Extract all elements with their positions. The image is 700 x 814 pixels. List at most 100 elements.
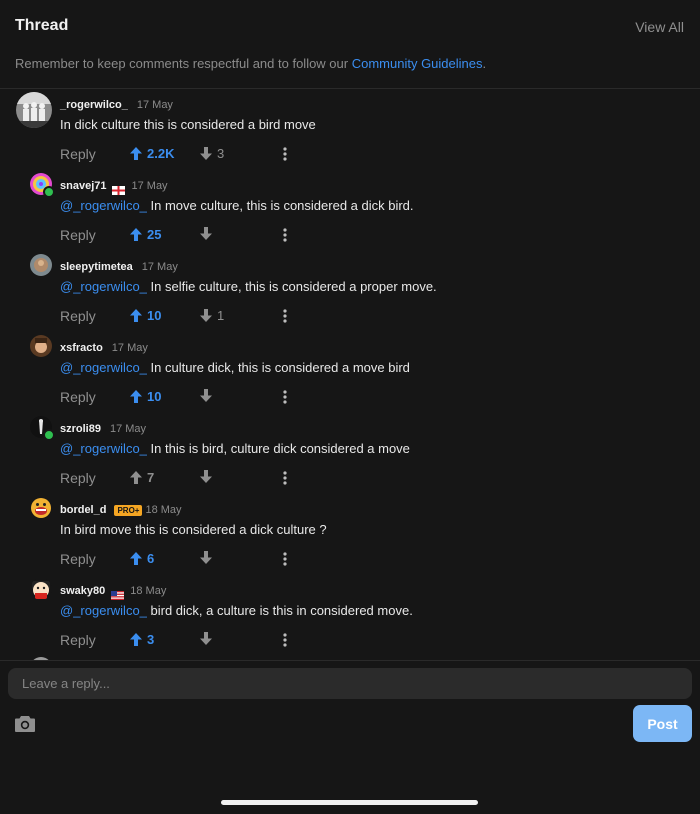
upvote-count: 10 <box>147 308 162 323</box>
comment-text: In dick culture this is considered a bir… <box>60 117 316 132</box>
arrow-down-icon <box>200 309 212 322</box>
username[interactable]: sleepytimetea <box>60 261 133 273</box>
more-options-icon[interactable] <box>282 632 288 648</box>
online-indicator <box>43 429 55 441</box>
more-options-icon[interactable] <box>282 308 288 324</box>
username[interactable]: bordel_d <box>60 504 106 516</box>
downvote-button[interactable] <box>200 632 217 645</box>
upvote-count: 2.2K <box>147 146 175 161</box>
avatar[interactable] <box>30 578 52 600</box>
downvote-button[interactable] <box>200 470 217 483</box>
username[interactable]: swaky80 <box>60 585 105 597</box>
comment-item: sleepytimetea 17 May @_rogerwilco_ In se… <box>0 251 700 332</box>
downvote-button[interactable] <box>200 551 217 564</box>
reply-button[interactable]: Reply <box>60 308 96 324</box>
online-indicator <box>43 186 55 198</box>
notice-text: Remember to keep comments respectful and… <box>15 56 352 71</box>
comment-text: @_rogerwilco_ bird dick, a culture is th… <box>60 603 413 618</box>
mention-link[interactable]: @_rogerwilco_ <box>60 441 147 456</box>
more-options-icon[interactable] <box>282 551 288 567</box>
comment-body: In selfie culture, this is considered a … <box>146 279 437 294</box>
upvote-button[interactable]: 3 <box>130 632 154 647</box>
reply-input[interactable] <box>8 668 692 699</box>
username[interactable]: szroli89 <box>60 423 101 435</box>
comment-text: @_rogerwilco_ In selfie culture, this is… <box>60 279 437 294</box>
comment-body: In dick culture this is considered a bir… <box>60 117 316 132</box>
avatar[interactable] <box>16 92 52 128</box>
more-options-icon[interactable] <box>282 227 288 243</box>
comment-actions: Reply 3 <box>60 631 360 649</box>
comment-body: In bird move this is considered a dick c… <box>60 522 327 537</box>
upvote-button[interactable]: 10 <box>130 308 161 323</box>
downvote-button[interactable]: 1 <box>200 308 224 323</box>
comment-item: swaky80 18 May @_rogerwilco_ bird dick, … <box>0 575 700 656</box>
upvote-button[interactable]: 7 <box>130 470 154 485</box>
arrow-up-icon <box>130 147 142 160</box>
reply-button[interactable]: Reply <box>60 470 96 486</box>
arrow-up-icon <box>130 552 142 565</box>
mention-link[interactable]: @_rogerwilco_ <box>60 279 147 294</box>
downvote-button[interactable]: 3 <box>200 146 224 161</box>
mention-link[interactable]: @_rogerwilco_ <box>60 603 147 618</box>
comment-item: xsfracto 17 May @_rogerwilco_ In culture… <box>0 332 700 413</box>
downvote-count: 3 <box>217 146 225 161</box>
comment-body: In this is bird, culture dick considered… <box>146 441 410 456</box>
comment-actions: Reply 10 <box>60 388 360 406</box>
post-button[interactable]: Post <box>633 705 692 742</box>
arrow-up-icon <box>130 390 142 403</box>
reply-button[interactable]: Reply <box>60 227 96 243</box>
comment-text: @_rogerwilco_ In move culture, this is c… <box>60 198 414 213</box>
pro-plus-badge: PRO+ <box>114 504 143 516</box>
comment-time: 18 May <box>130 585 167 597</box>
arrow-down-icon <box>200 227 212 240</box>
more-options-icon[interactable] <box>282 146 288 162</box>
notice-suffix: . <box>482 56 487 71</box>
upvote-count: 7 <box>147 470 155 485</box>
avatar[interactable] <box>30 497 52 519</box>
arrow-down-icon <box>200 551 212 564</box>
view-all-link[interactable]: View All <box>635 19 684 35</box>
upvote-button[interactable]: 6 <box>130 551 154 566</box>
comment-meta: snavej71 17 May <box>60 178 168 195</box>
comment-time: 17 May <box>141 261 178 273</box>
upvote-count: 6 <box>147 551 155 566</box>
comment-time: 17 May <box>136 99 173 111</box>
mention-link[interactable]: @_rogerwilco_ <box>60 360 147 375</box>
reply-button[interactable]: Reply <box>60 632 96 648</box>
comment-meta: _rogerwilco_ 17 May <box>60 97 173 113</box>
arrow-down-icon <box>200 632 212 645</box>
reply-button[interactable]: Reply <box>60 551 96 567</box>
comment-meta: swaky80 18 May <box>60 583 167 600</box>
downvote-button[interactable] <box>200 227 217 240</box>
upvote-count: 10 <box>147 389 162 404</box>
more-options-icon[interactable] <box>282 389 288 405</box>
comment-meta: sleepytimetea 17 May <box>60 259 178 275</box>
comment-body: In move culture, this is considered a di… <box>146 198 414 213</box>
comment-time: 18 May <box>145 504 182 516</box>
username[interactable]: snavej71 <box>60 180 106 192</box>
upvote-button[interactable]: 25 <box>130 227 161 242</box>
upvote-count: 3 <box>147 632 155 647</box>
avatar[interactable] <box>30 335 52 357</box>
reply-button[interactable]: Reply <box>60 146 96 162</box>
upvote-count: 25 <box>147 227 162 242</box>
comment-item: szroli89 17 May @_rogerwilco_ In this is… <box>0 413 700 494</box>
downvote-count: 1 <box>217 308 225 323</box>
username[interactable]: _rogerwilco_ <box>60 99 128 111</box>
comment-time: 17 May <box>109 423 147 435</box>
reply-button[interactable]: Reply <box>60 389 96 405</box>
upvote-button[interactable]: 2.2K <box>130 146 174 161</box>
avatar[interactable] <box>30 254 52 276</box>
arrow-up-icon <box>130 471 142 484</box>
comment-text: @_rogerwilco_ In culture dick, this is c… <box>60 360 410 375</box>
mention-link[interactable]: @_rogerwilco_ <box>60 198 147 213</box>
comment-thread[interactable]: _rogerwilco_ 17 May In dick culture this… <box>0 89 700 660</box>
downvote-button[interactable] <box>200 389 217 402</box>
comment-text: @_rogerwilco_ In this is bird, culture d… <box>60 441 410 456</box>
guidelines-notice: Remember to keep comments respectful and… <box>15 56 486 71</box>
camera-icon[interactable] <box>15 715 35 732</box>
username[interactable]: xsfracto <box>60 342 103 354</box>
more-options-icon[interactable] <box>282 470 288 486</box>
community-guidelines-link[interactable]: Community Guidelines <box>352 56 483 71</box>
upvote-button[interactable]: 10 <box>130 389 161 404</box>
